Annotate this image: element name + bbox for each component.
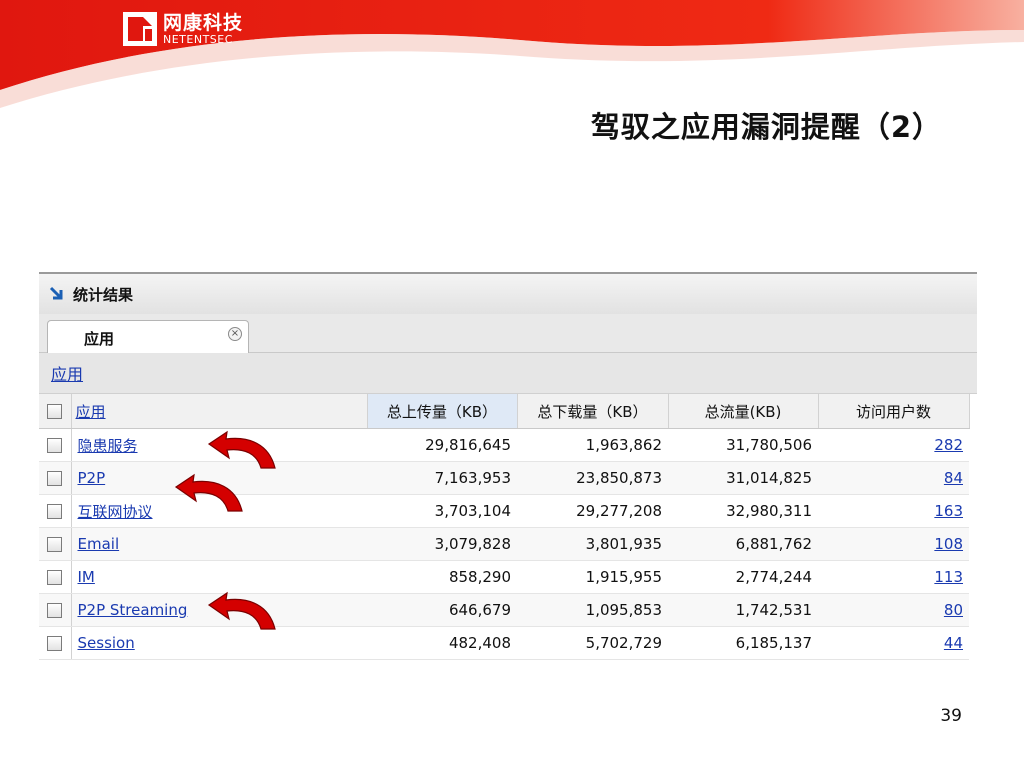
upload-value: 858,290 — [367, 560, 517, 594]
total-value: 32,980,311 — [668, 494, 818, 528]
tab-label: 应用 — [84, 330, 115, 348]
stats-table: 应用 总上传量（KB） 总下载量（KB） 总流量(KB) 访问用户数 隐患服务 … — [39, 394, 970, 660]
upload-value: 482,408 — [367, 626, 517, 660]
total-value: 31,014,825 — [668, 461, 818, 495]
column-header-users[interactable]: 访问用户数 — [818, 394, 970, 429]
panel-header: 统计结果 — [39, 272, 977, 314]
breadcrumb: 应用 — [39, 353, 977, 394]
brand-name-cn: 网康科技 — [163, 11, 244, 34]
download-value: 29,277,208 — [517, 494, 668, 528]
row-checkbox[interactable] — [39, 560, 72, 594]
row-checkbox[interactable] — [39, 527, 72, 561]
tab-application[interactable]: 应用 × — [47, 320, 249, 353]
brand-name-en: NETENTSEC — [163, 32, 233, 46]
download-value: 1,963,862 — [517, 428, 668, 462]
statistics-panel: 统计结果 应用 × 应用 应用 总上传量（KB） 总下载量（KB） 总流量(KB… — [39, 272, 977, 664]
users-link[interactable]: 84 — [818, 461, 969, 495]
app-link[interactable]: Email — [71, 527, 367, 561]
download-value: 23,850,873 — [517, 461, 668, 495]
panel-title: 统计结果 — [73, 285, 134, 304]
users-link[interactable]: 282 — [818, 428, 969, 462]
curved-arrow-icon — [207, 430, 276, 469]
row-checkbox[interactable] — [39, 461, 72, 495]
curved-arrow-icon — [207, 591, 276, 630]
download-value: 3,801,935 — [517, 527, 668, 561]
table-row: 隐患服务 29,816,645 1,963,862 31,780,506 282 — [39, 428, 969, 462]
total-value: 2,774,244 — [668, 560, 818, 594]
app-link[interactable]: IM — [71, 560, 367, 594]
table-row: IM 858,290 1,915,955 2,774,244 113 — [39, 560, 969, 594]
select-all-checkbox[interactable] — [39, 394, 72, 429]
total-value: 6,185,137 — [668, 626, 818, 660]
logo-icon — [123, 12, 157, 46]
upload-value: 7,163,953 — [367, 461, 517, 495]
row-checkbox[interactable] — [39, 593, 72, 627]
download-value: 1,915,955 — [517, 560, 668, 594]
total-value: 31,780,506 — [668, 428, 818, 462]
table-row: P2P Streaming 646,679 1,095,853 1,742,53… — [39, 593, 969, 627]
page-number: 39 — [940, 706, 962, 726]
upload-value: 29,816,645 — [367, 428, 517, 462]
column-header-app[interactable]: 应用 — [71, 394, 368, 429]
table-header-row: 应用 总上传量（KB） 总下载量（KB） 总流量(KB) 访问用户数 — [39, 394, 970, 429]
row-checkbox[interactable] — [39, 494, 72, 528]
table-row: Session 482,408 5,702,729 6,185,137 44 — [39, 626, 969, 660]
column-header-upload[interactable]: 总上传量（KB） — [367, 394, 518, 429]
arrow-down-right-icon — [49, 286, 63, 300]
column-header-total[interactable]: 总流量(KB) — [668, 394, 819, 429]
download-value: 5,702,729 — [517, 626, 668, 660]
breadcrumb-link[interactable]: 应用 — [51, 361, 83, 385]
upload-value: 646,679 — [367, 593, 517, 627]
row-checkbox[interactable] — [39, 626, 72, 660]
upload-value: 3,703,104 — [367, 494, 517, 528]
curved-arrow-icon — [174, 473, 243, 512]
users-link[interactable]: 113 — [818, 560, 969, 594]
users-link[interactable]: 163 — [818, 494, 969, 528]
total-value: 1,742,531 — [668, 593, 818, 627]
tab-bar: 应用 × — [39, 314, 977, 353]
total-value: 6,881,762 — [668, 527, 818, 561]
table-row: Email 3,079,828 3,801,935 6,881,762 108 — [39, 527, 969, 561]
app-link[interactable]: Session — [71, 626, 367, 660]
users-link[interactable]: 80 — [818, 593, 969, 627]
brand-logo: 网康科技 NETENTSEC — [123, 12, 243, 46]
users-link[interactable]: 108 — [818, 527, 969, 561]
column-header-download[interactable]: 总下载量（KB） — [517, 394, 669, 429]
upload-value: 3,079,828 — [367, 527, 517, 561]
close-icon[interactable]: × — [228, 327, 242, 341]
slide-title: 驾驭之应用漏洞提醒（2） — [590, 110, 942, 144]
row-checkbox[interactable] — [39, 428, 72, 462]
download-value: 1,095,853 — [517, 593, 668, 627]
users-link[interactable]: 44 — [818, 626, 969, 660]
